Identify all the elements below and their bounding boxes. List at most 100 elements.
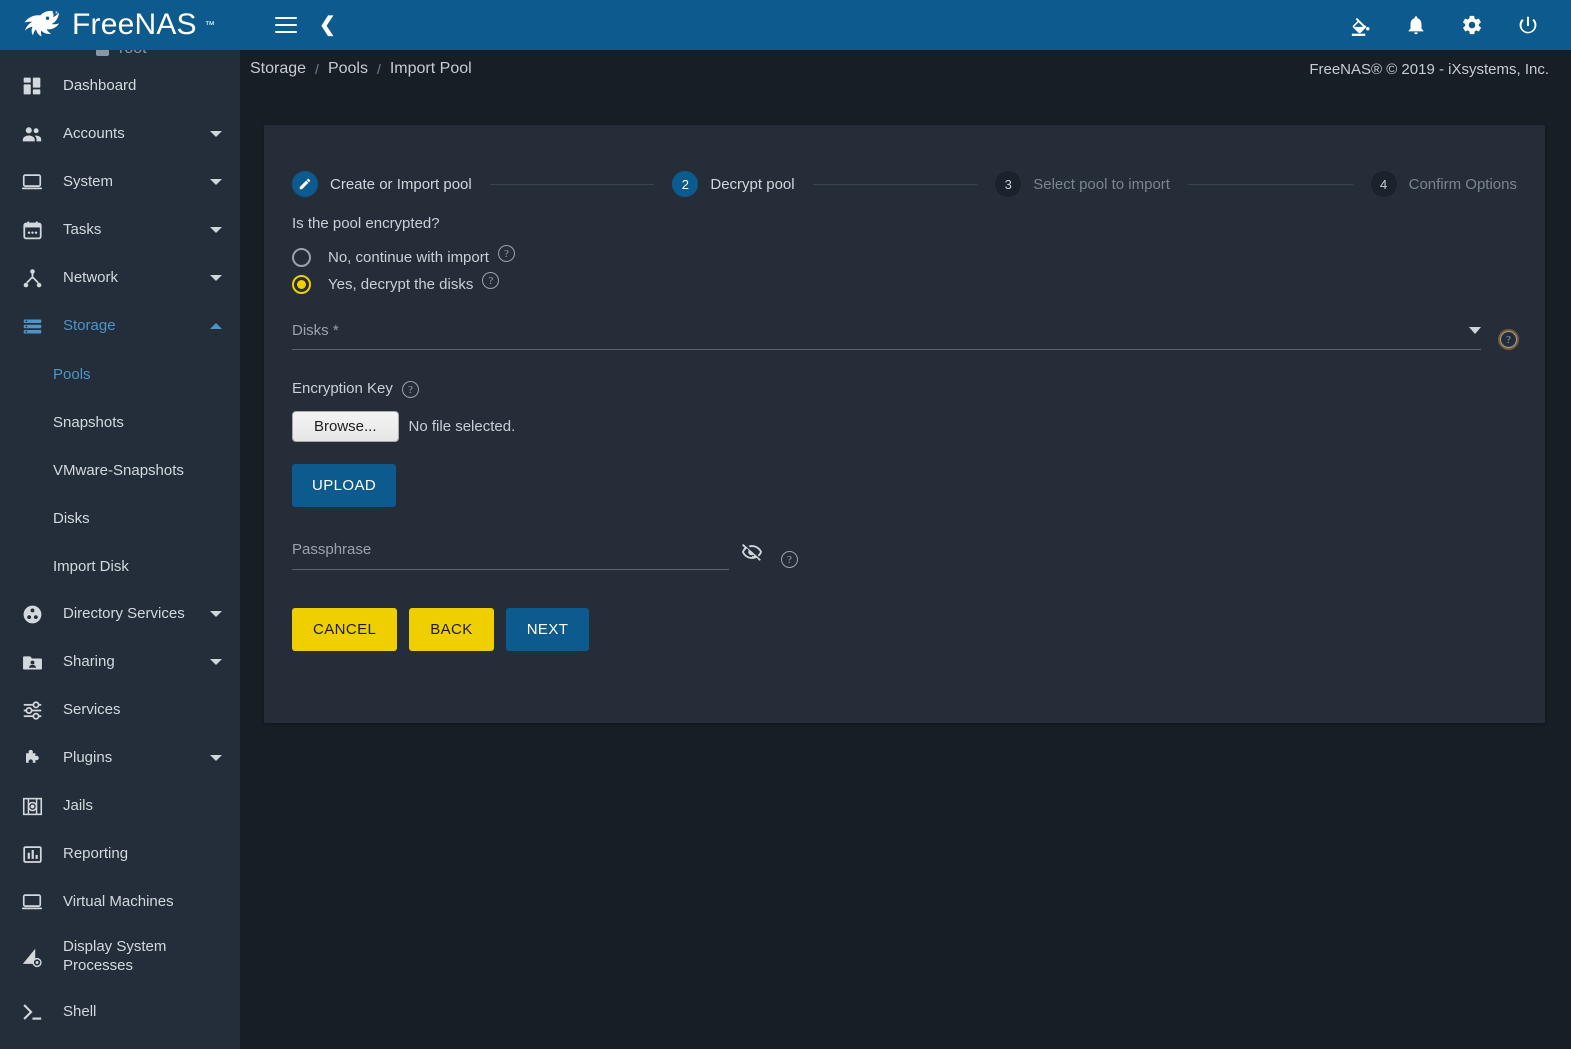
accounts-icon [12, 123, 52, 145]
next-button[interactable]: NEXT [505, 608, 590, 651]
notifications-bell-icon[interactable] [1403, 12, 1429, 38]
sidebar-subitem-label: VMware-Snapshots [53, 461, 184, 479]
brand-trademark: ™ [204, 19, 215, 31]
chevron-down-icon[interactable] [210, 611, 222, 617]
storage-icon [12, 316, 52, 337]
passphrase-input-wrapper [292, 541, 729, 570]
chevron-down-icon[interactable] [210, 659, 222, 665]
sidebar-item-import-disk[interactable]: Import Disk [0, 542, 240, 590]
chevron-down-icon[interactable] [1469, 327, 1481, 334]
wizard-stepper: Create or Import pool 2 Decrypt pool 3 S… [264, 125, 1545, 197]
wizard-action-buttons: CANCEL BACK NEXT [292, 608, 1517, 651]
sidebar-item-label: Shell [63, 1003, 97, 1021]
cancel-button[interactable]: CANCEL [292, 608, 398, 651]
sidebar-subitem-label: Disks [53, 509, 90, 527]
visibility-off-eye-icon[interactable] [741, 541, 763, 568]
passphrase-field: ? [292, 541, 798, 570]
settings-gear-icon[interactable] [1459, 12, 1485, 38]
disks-select[interactable]: Disks * [292, 322, 1481, 350]
sidebar-item-plugins[interactable]: Plugins [0, 734, 240, 782]
chevron-down-icon[interactable] [210, 179, 222, 185]
sidebar-item-label: Jails [63, 797, 94, 815]
sidebar-subitem-label: Pools [53, 365, 91, 383]
chevron-down-icon[interactable] [210, 227, 222, 233]
svg-text:®: ® [55, 10, 58, 15]
sidebar-item-sharing[interactable]: Sharing [0, 638, 240, 686]
sidebar-item-display-system-processes[interactable]: Display System Processes [0, 926, 240, 988]
wizard-step-label: Create or Import pool [330, 175, 472, 193]
menu-icon[interactable] [275, 17, 297, 33]
power-icon[interactable] [1515, 12, 1541, 38]
help-icon[interactable]: ? [482, 272, 500, 289]
wizard-step-select-pool-to-import[interactable]: 3 Select pool to import [995, 171, 1170, 197]
wizard-step-confirm-options[interactable]: 4 Confirm Options [1370, 171, 1517, 197]
wizard-step-decrypt-pool[interactable]: 2 Decrypt pool [672, 171, 795, 197]
passphrase-input[interactable] [292, 541, 729, 558]
sidebar-item-accounts[interactable]: Accounts [0, 110, 240, 158]
back-button[interactable]: BACK [409, 608, 494, 651]
wizard-step-connector [489, 183, 655, 185]
wizard-step-label: Decrypt pool [710, 175, 795, 193]
sharing-folder-icon [12, 652, 52, 673]
sidebar-item-network[interactable]: Network [0, 254, 240, 302]
brand-logo[interactable]: ® FreeNAS ™ [0, 0, 240, 50]
brand-name: FreeNAS [72, 8, 197, 41]
chevron-left-icon[interactable]: ❮ [319, 15, 336, 35]
help-icon[interactable]: ? [401, 381, 419, 398]
theme-fill-icon[interactable] [1347, 12, 1373, 38]
chevron-down-icon[interactable] [210, 131, 222, 137]
chevron-down-icon[interactable] [210, 755, 222, 761]
sidebar-item-label: Tasks [63, 221, 102, 239]
chevron-down-icon[interactable] [210, 275, 222, 281]
breadcrumb-item-storage[interactable]: Storage [250, 60, 306, 78]
help-icon[interactable]: ? [497, 245, 515, 262]
sidebar-item-label: Services [63, 701, 121, 719]
sidebar-item-tasks[interactable]: Tasks [0, 206, 240, 254]
sidebar-item-label: Display System Processes [63, 938, 167, 974]
wizard-step-number: 4 [1370, 171, 1397, 197]
sidebar-item-system[interactable]: System [0, 158, 240, 206]
sidebar-item-jails[interactable]: Jails [0, 782, 240, 830]
encryption-key-label-row: Encryption Key ? [292, 380, 1517, 398]
sidebar-item-directory-services[interactable]: Directory Services [0, 590, 240, 638]
import-pool-wizard-card: Create or Import pool 2 Decrypt pool 3 S… [264, 125, 1545, 723]
sidebar-item-disks[interactable]: Disks [0, 494, 240, 542]
file-selection-status: No file selected. [408, 418, 516, 435]
sidebar-item-pools[interactable]: Pools [0, 350, 240, 398]
sidebar-item-label: Plugins [63, 749, 113, 767]
sidebar-item-shell[interactable]: Shell [0, 988, 240, 1036]
top-toolbar: ® FreeNAS ™ ❮ [0, 0, 1571, 50]
breadcrumb-separator: / [315, 61, 319, 77]
radio-option-no-continue-with-import[interactable]: No, continue with import ? [292, 245, 1517, 267]
disks-field: Disks * ? [292, 322, 1517, 350]
radio-option-yes-decrypt-the-disks[interactable]: Yes, decrypt the disks ? [292, 272, 1517, 294]
shell-prompt-icon [12, 1001, 52, 1023]
breadcrumb-item-import-pool: Import Pool [389, 60, 472, 77]
radio-unchecked-icon[interactable] [292, 248, 311, 267]
help-icon[interactable]: ? [781, 551, 798, 568]
copyright-notice: FreeNAS® © 2019 - iXsystems, Inc. [1309, 60, 1549, 78]
sidebar-item-virtual-machines[interactable]: Virtual Machines [0, 878, 240, 926]
wizard-step-create-or-import-pool[interactable]: Create or Import pool [292, 171, 472, 197]
sidebar-item-dashboard[interactable]: Dashboard [0, 62, 240, 110]
browse-button[interactable]: Browse... [292, 411, 399, 442]
sidebar-item-vmware-snapshots[interactable]: VMware-Snapshots [0, 446, 240, 494]
help-icon[interactable]: ? [1500, 331, 1517, 348]
sidebar-item-storage[interactable]: Storage [0, 302, 240, 350]
directory-services-icon [12, 604, 52, 625]
jails-icon [12, 796, 52, 817]
encryption-key-label: Encryption Key [292, 380, 393, 397]
display-system-processes-icon [12, 946, 52, 968]
sidebar-item-reporting[interactable]: Reporting [0, 830, 240, 878]
system-icon [12, 171, 52, 193]
virtual-machines-icon [12, 891, 52, 913]
breadcrumb-item-pools[interactable]: Pools [328, 60, 368, 78]
sidebar-item-label: Accounts [63, 125, 125, 143]
sidebar-item-snapshots[interactable]: Snapshots [0, 398, 240, 446]
decrypt-pool-form: Is the pool encrypted? No, continue with… [264, 197, 1545, 651]
chevron-up-icon[interactable] [210, 323, 222, 329]
topbar-right-controls [1347, 12, 1571, 38]
sidebar-item-services[interactable]: Services [0, 686, 240, 734]
upload-button[interactable]: UPLOAD [292, 464, 397, 507]
radio-checked-icon[interactable] [292, 275, 311, 294]
